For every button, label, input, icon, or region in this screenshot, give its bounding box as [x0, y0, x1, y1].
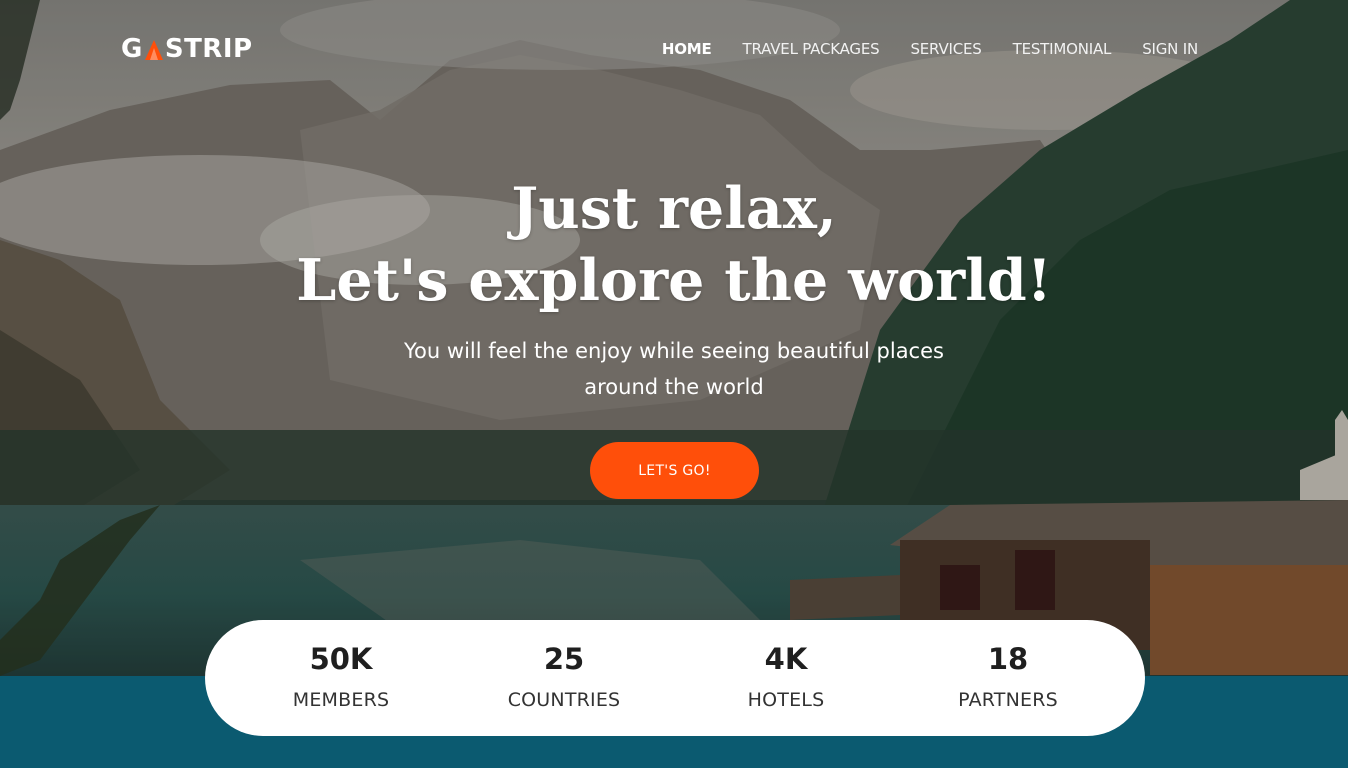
stat-value: 25: [543, 642, 585, 676]
logo-text-left: G: [121, 34, 143, 64]
nav-menu: HOME TRAVEL PACKAGES SERVICES TESTIMONIA…: [662, 40, 1198, 58]
nav-item-testimonial[interactable]: TESTIMONIAL: [1013, 40, 1112, 58]
nav-item-services[interactable]: SERVICES: [910, 40, 981, 58]
navbar: G STRIP HOME TRAVEL PACKAGES SERVICES TE…: [0, 0, 1348, 98]
lets-go-button[interactable]: LET'S GO!: [590, 442, 759, 499]
stat-label: HOTELS: [747, 689, 825, 711]
hero-subtitle: You will feel the enjoy while seeing bea…: [0, 333, 1348, 405]
stat-label: MEMBERS: [292, 689, 390, 711]
hero-title: Just relax, Let's explore the world!: [0, 173, 1348, 317]
stat-value: 18: [987, 642, 1029, 676]
stat-label: COUNTRIES: [507, 689, 621, 711]
hero-subtitle-line1: You will feel the enjoy while seeing bea…: [404, 339, 944, 363]
stat-value: 50K: [309, 642, 373, 676]
nav-item-home[interactable]: HOME: [662, 40, 712, 58]
stats-card: 50K MEMBERS 25 COUNTRIES 4K HOTELS 18 PA…: [205, 620, 1145, 736]
hero-title-line1: Just relax,: [511, 175, 837, 242]
stat-label: PARTNERS: [958, 689, 1058, 711]
logo-text-right: STRIP: [164, 34, 253, 64]
nav-item-sign-in[interactable]: SIGN IN: [1142, 40, 1198, 58]
stat-value: 4K: [764, 642, 808, 676]
hero-subtitle-line2: around the world: [584, 375, 764, 399]
logo-a-triangle-icon: [144, 38, 164, 60]
hero-title-line2: Let's explore the world!: [296, 247, 1052, 314]
nav-item-travel-packages[interactable]: TRAVEL PACKAGES: [743, 40, 880, 58]
logo[interactable]: G STRIP: [121, 34, 253, 64]
